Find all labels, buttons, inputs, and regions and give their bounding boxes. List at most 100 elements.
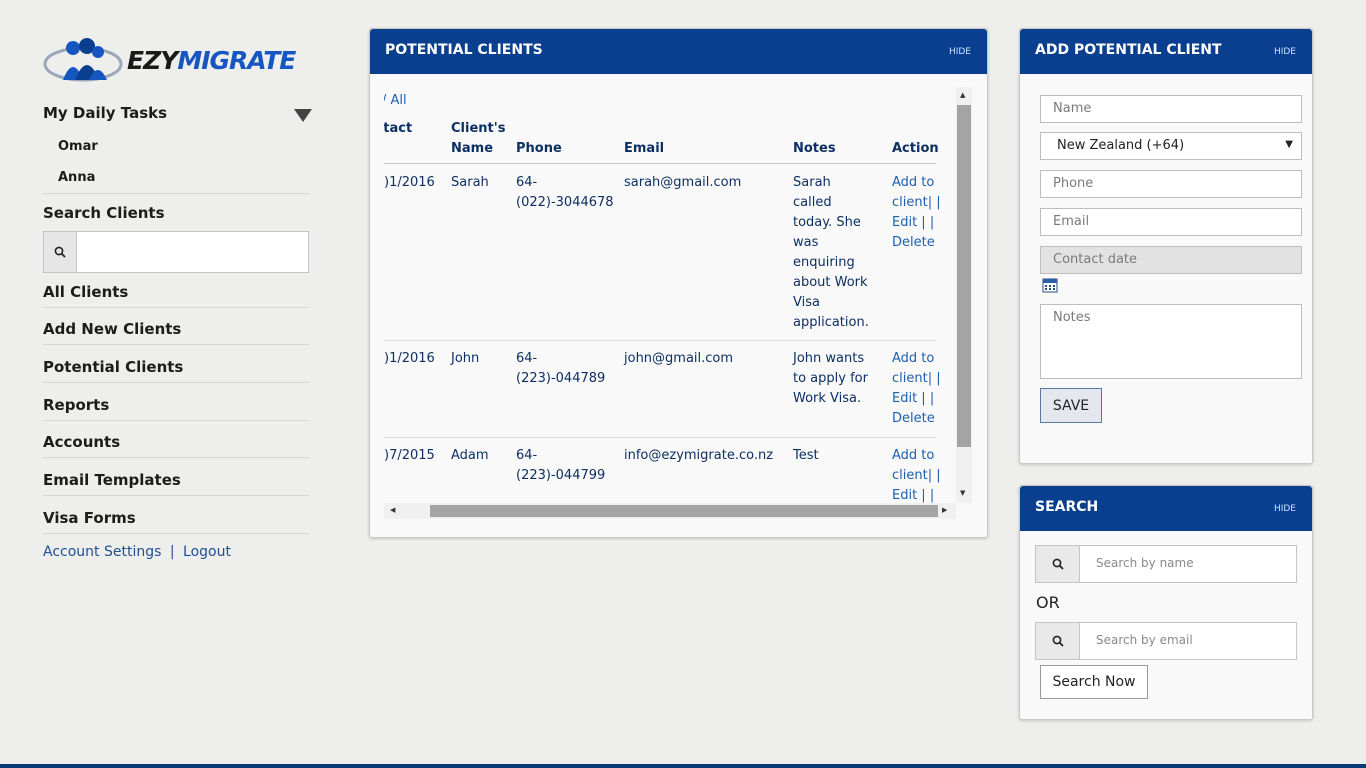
cell-actions: Add to client| | Edit | | Delete	[892, 173, 941, 253]
sidebar-item-potential-clients[interactable]: Potential Clients	[43, 358, 309, 383]
note-line: Visa	[793, 295, 820, 310]
cell-email: john@gmail.com	[624, 351, 734, 366]
search-by-name-placeholder: Search by name	[1096, 556, 1194, 570]
horizontal-scroll-thumb[interactable]	[430, 505, 938, 517]
cell-date: )7/2015	[384, 448, 435, 463]
note-line: was	[793, 235, 819, 250]
sidebar-item-visa-forms[interactable]: Visa Forms	[43, 509, 309, 534]
col-contact-date: ntacte	[384, 119, 412, 159]
cell-notes: Test	[793, 446, 819, 466]
task-item-omar[interactable]: Omar	[58, 139, 98, 154]
col-phone: Phone	[516, 141, 562, 156]
add-to-client-link-cont[interactable]: client| |	[892, 193, 941, 213]
edit-link[interactable]: Edit | |	[892, 389, 941, 409]
view-all-link[interactable]: / All	[384, 91, 407, 111]
notes-textarea[interactable]: Notes	[1040, 304, 1302, 379]
panel-title: SEARCH	[1035, 499, 1099, 515]
add-to-client-link[interactable]: Add to	[892, 173, 941, 193]
note-line: Work Visa.	[793, 391, 862, 406]
cell-date: )1/2016	[384, 351, 435, 366]
account-settings-link[interactable]: Account Settings	[43, 544, 161, 560]
vertical-scroll-thumb[interactable]	[957, 105, 971, 447]
cell-actions: Add to client| | Edit | | Delete	[892, 349, 941, 429]
add-to-client-link-cont[interactable]: client| |	[892, 466, 941, 486]
scroll-left-icon[interactable]: ◀	[390, 506, 395, 514]
country-select-value: New Zealand (+64)	[1057, 138, 1185, 153]
search-by-name-field[interactable]: Search by name	[1035, 545, 1297, 583]
logo-text: EZYMIGRATE	[127, 46, 296, 75]
search-clients-label: Search Clients	[43, 204, 165, 222]
search-now-button[interactable]: Search Now	[1040, 665, 1148, 699]
delete-link[interactable]: Delete	[892, 233, 941, 253]
cell-phone-line1: 64-	[516, 175, 538, 190]
note-line: called	[793, 195, 832, 210]
country-select[interactable]: New Zealand (+64) ▼	[1040, 132, 1302, 160]
name-field[interactable]: Name	[1040, 95, 1302, 123]
col-action: Action	[892, 141, 939, 156]
logout-link[interactable]: Logout	[183, 544, 231, 560]
logo-part2: MIGRATE	[177, 46, 296, 75]
potential-clients-panel: POTENTIAL CLIENTS HIDE / All ntacte Clie…	[369, 28, 988, 538]
add-to-client-link[interactable]: Add to	[892, 349, 941, 369]
panel-title: POTENTIAL CLIENTS	[385, 42, 543, 58]
sidebar-item-all-clients[interactable]: All Clients	[43, 283, 309, 308]
calendar-icon[interactable]	[1042, 277, 1058, 297]
hide-button[interactable]: HIDE	[1274, 47, 1296, 57]
edit-link[interactable]: Edit | |	[892, 486, 941, 503]
vertical-scrollbar[interactable]: ▲ ▼	[956, 87, 972, 503]
panel-header: SEARCH HIDE	[1020, 486, 1312, 531]
add-to-client-link-cont[interactable]: client| |	[892, 369, 941, 389]
note-line: John wants	[793, 351, 865, 366]
client-search-field[interactable]	[43, 231, 309, 273]
edit-link[interactable]: Edit | |	[892, 213, 941, 233]
hide-button[interactable]: HIDE	[1274, 504, 1296, 514]
cell-phone: 64- (223)-044789	[516, 349, 605, 389]
cell-phone: 64- (022)-3044678	[516, 173, 614, 213]
scroll-right-icon[interactable]: ▶	[942, 506, 947, 514]
save-button[interactable]: SAVE	[1040, 388, 1102, 423]
logo[interactable]: EZYMIGRATE	[43, 32, 296, 90]
or-label: OR	[1036, 593, 1060, 612]
search-icon[interactable]	[44, 232, 77, 272]
cell-phone-line2: (223)-044789	[516, 371, 606, 386]
sidebar-item-add-new-clients[interactable]: Add New Clients	[43, 320, 309, 345]
daily-tasks-toggle[interactable]: My Daily Tasks	[43, 104, 309, 128]
panel-header: POTENTIAL CLIENTS HIDE	[370, 29, 987, 74]
cell-name: John	[451, 351, 480, 366]
chevron-down-icon: ▼	[1285, 139, 1293, 150]
hide-button[interactable]: HIDE	[949, 47, 971, 57]
col-email: Email	[624, 141, 665, 156]
note-line: Test	[793, 448, 819, 463]
col-client-name: Client's Name	[451, 119, 505, 159]
scroll-down-icon[interactable]: ▼	[960, 489, 965, 497]
chevron-down-icon[interactable]	[294, 109, 312, 122]
email-field[interactable]: Email	[1040, 208, 1302, 236]
contact-date-field[interactable]: Contact date	[1040, 246, 1302, 274]
cell-actions: Add to client| | Edit | |	[892, 446, 941, 503]
scroll-up-icon[interactable]: ▲	[960, 91, 965, 99]
phone-field[interactable]: Phone	[1040, 170, 1302, 198]
add-to-client-link[interactable]: Add to	[892, 446, 941, 466]
task-item-anna[interactable]: Anna	[58, 170, 95, 185]
sidebar-item-accounts[interactable]: Accounts	[43, 433, 309, 458]
horizontal-scrollbar[interactable]: ◀ ▶	[384, 503, 956, 519]
search-by-email-field[interactable]: Search by email	[1035, 622, 1297, 660]
cell-phone-line1: 64-	[516, 448, 538, 463]
row-divider	[384, 340, 936, 341]
sidebar-item-reports[interactable]: Reports	[43, 396, 309, 421]
cell-phone: 64- (223)-044799	[516, 446, 605, 486]
delete-link[interactable]: Delete	[892, 409, 941, 429]
sidebar-item-email-templates[interactable]: Email Templates	[43, 471, 309, 496]
divider	[43, 193, 309, 194]
cell-notes: Sarah called today. She was enquiring ab…	[793, 173, 869, 333]
col-name-line2: Name	[451, 141, 494, 156]
search-icon[interactable]	[1036, 546, 1080, 582]
cell-email: info@ezymigrate.co.nz	[624, 448, 774, 463]
search-icon[interactable]	[1036, 623, 1080, 659]
col-notes: Notes	[793, 141, 836, 156]
note-line: Sarah	[793, 175, 831, 190]
cell-date: )1/2016	[384, 175, 435, 190]
note-line: application.	[793, 315, 869, 330]
col-contact-line1: ntact	[384, 121, 413, 136]
panel-header: ADD POTENTIAL CLIENT HIDE	[1020, 29, 1312, 74]
